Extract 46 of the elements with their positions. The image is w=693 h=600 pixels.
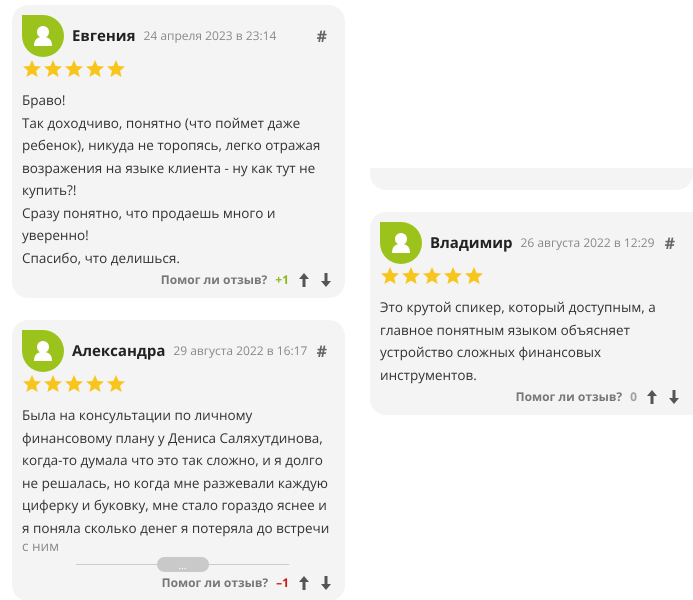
review-text: Была на консультации по личному финансовому плану у Дениса Саляхутдинова, когда-то думала что это так сложно, и я долго не решалась, но когда мне разжевали каждую циферку и буковку, мне стало гораздо яснее и я поняла сколько денег я потеряла до встречи — [22, 405, 330, 538]
author-name: Евгения — [72, 26, 136, 46]
review-text: Браво! — [22, 90, 66, 111]
review-text: Спасибо, что делишься. — [22, 248, 181, 268]
star-icon — [43, 59, 63, 79]
avatar-icon — [380, 222, 422, 264]
vote-score: 0 — [630, 388, 637, 405]
star-icon — [64, 59, 84, 79]
helpful-label: Помог ли отзыв? — [516, 388, 622, 405]
review-date: 29 августа 2022 в 16:17 — [173, 342, 308, 360]
author-name: Владимир — [430, 233, 513, 253]
star-icon — [85, 59, 105, 79]
star-icon — [106, 59, 126, 79]
vote-score: +1 — [275, 271, 289, 288]
star-icon — [85, 374, 105, 394]
upvote-icon[interactable] — [645, 388, 659, 404]
star-icon — [401, 266, 421, 286]
downvote-icon[interactable] — [319, 272, 333, 288]
anchor-link[interactable]: # — [316, 25, 333, 47]
author-name: Александра — [72, 341, 166, 361]
helpful-label: Помог ли отзыв? — [160, 271, 268, 288]
downvote-icon[interactable] — [319, 574, 333, 590]
review-text: Сразу понятно, что продаешь много и уверенно! — [22, 202, 276, 246]
star-icon — [22, 374, 42, 394]
star-icon — [380, 266, 400, 286]
review-date: 26 августа 2022 в 12:29 — [520, 234, 654, 252]
review-text: Так доходчиво, понятно (что поймет даже ребенок), никуда не торопясь, легко отражая возражения на языке клиента - ну как тут не купить?! — [22, 112, 322, 201]
anchor-link[interactable]: # — [664, 232, 681, 254]
vote-score: –1 — [276, 574, 289, 591]
star-icon — [443, 266, 463, 286]
review-date: 24 апреля 2023 в 23:14 — [144, 28, 276, 44]
star-icon — [464, 266, 484, 286]
upvote-icon[interactable] — [297, 272, 311, 288]
review-text: Это крутой спикер, который доступным, а главное понятным языком объясняет устройство сложных финансовых инструментов. — [380, 297, 657, 386]
star-icon — [64, 374, 84, 394]
star-icon — [106, 374, 126, 394]
star-icon — [22, 59, 42, 79]
anchor-link[interactable]: # — [316, 340, 333, 362]
avatar-icon — [22, 330, 64, 372]
avatar-icon — [22, 15, 64, 57]
helpful-label: Помог ли отзыв? — [162, 574, 268, 591]
review-text: с ним — [22, 539, 60, 551]
star-icon — [422, 266, 442, 286]
downvote-icon[interactable] — [667, 388, 681, 404]
star-icon — [43, 374, 63, 394]
upvote-icon[interactable] — [297, 574, 311, 590]
